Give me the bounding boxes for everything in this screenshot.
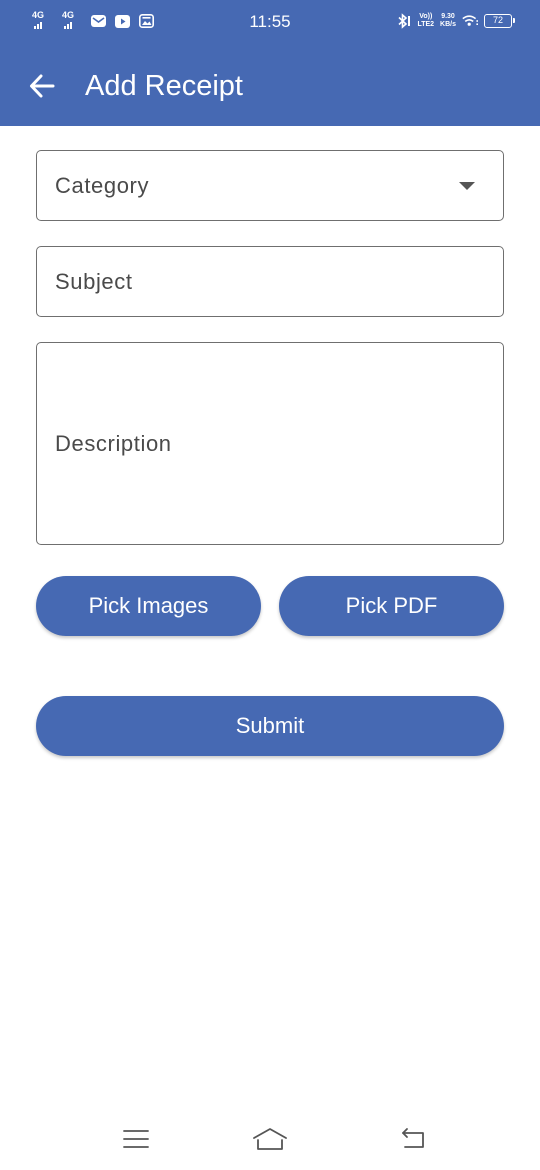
system-nav-bar — [0, 1110, 540, 1170]
speed-unit: KB/s — [440, 21, 456, 28]
status-right: Vo)) LTE2 9.30 KB/s 72 — [395, 10, 515, 32]
volte-top: Vo)) — [419, 13, 433, 20]
pick-pdf-button[interactable]: Pick PDF — [279, 576, 504, 636]
category-dropdown[interactable]: Category — [36, 150, 504, 221]
description-label: Description — [55, 431, 172, 456]
status-bar: 4G 4G 11:55 Vo)) LTE2 9.30 KB/s 72 — [0, 0, 540, 44]
page-title: Add Receipt — [85, 70, 243, 102]
bluetooth-icon — [395, 13, 411, 29]
submit-button[interactable]: Submit — [36, 696, 504, 756]
screen: 4G 4G 11:55 Vo)) LTE2 9.30 KB/s 72 Add R… — [0, 0, 540, 1170]
menu-icon — [123, 1130, 149, 1148]
network-speed: 9.30 KB/s — [440, 13, 456, 29]
app-bar: Add Receipt — [0, 44, 540, 126]
category-label: Category — [55, 173, 150, 198]
battery-icon: 72 — [484, 14, 515, 28]
home-icon — [253, 1128, 287, 1150]
battery-level: 72 — [492, 15, 503, 25]
volte-indicator: Vo)) LTE2 — [417, 13, 434, 29]
arrow-left-icon — [30, 74, 55, 98]
recent-apps-button[interactable] — [116, 1122, 156, 1156]
pick-images-button[interactable]: Pick Images — [36, 576, 261, 636]
system-back-button[interactable] — [392, 1122, 432, 1156]
wifi-icon — [462, 13, 478, 29]
dropdown-arrow-icon — [459, 182, 475, 190]
description-input[interactable]: Description — [36, 342, 504, 545]
back-button[interactable] — [22, 66, 62, 106]
home-button[interactable] — [250, 1122, 290, 1156]
subject-label: Subject — [55, 269, 133, 294]
back-icon — [402, 1128, 424, 1148]
speed-value: 9.30 — [441, 13, 455, 20]
subject-input[interactable]: Subject — [36, 246, 504, 317]
volte-bottom: LTE2 — [417, 21, 435, 28]
